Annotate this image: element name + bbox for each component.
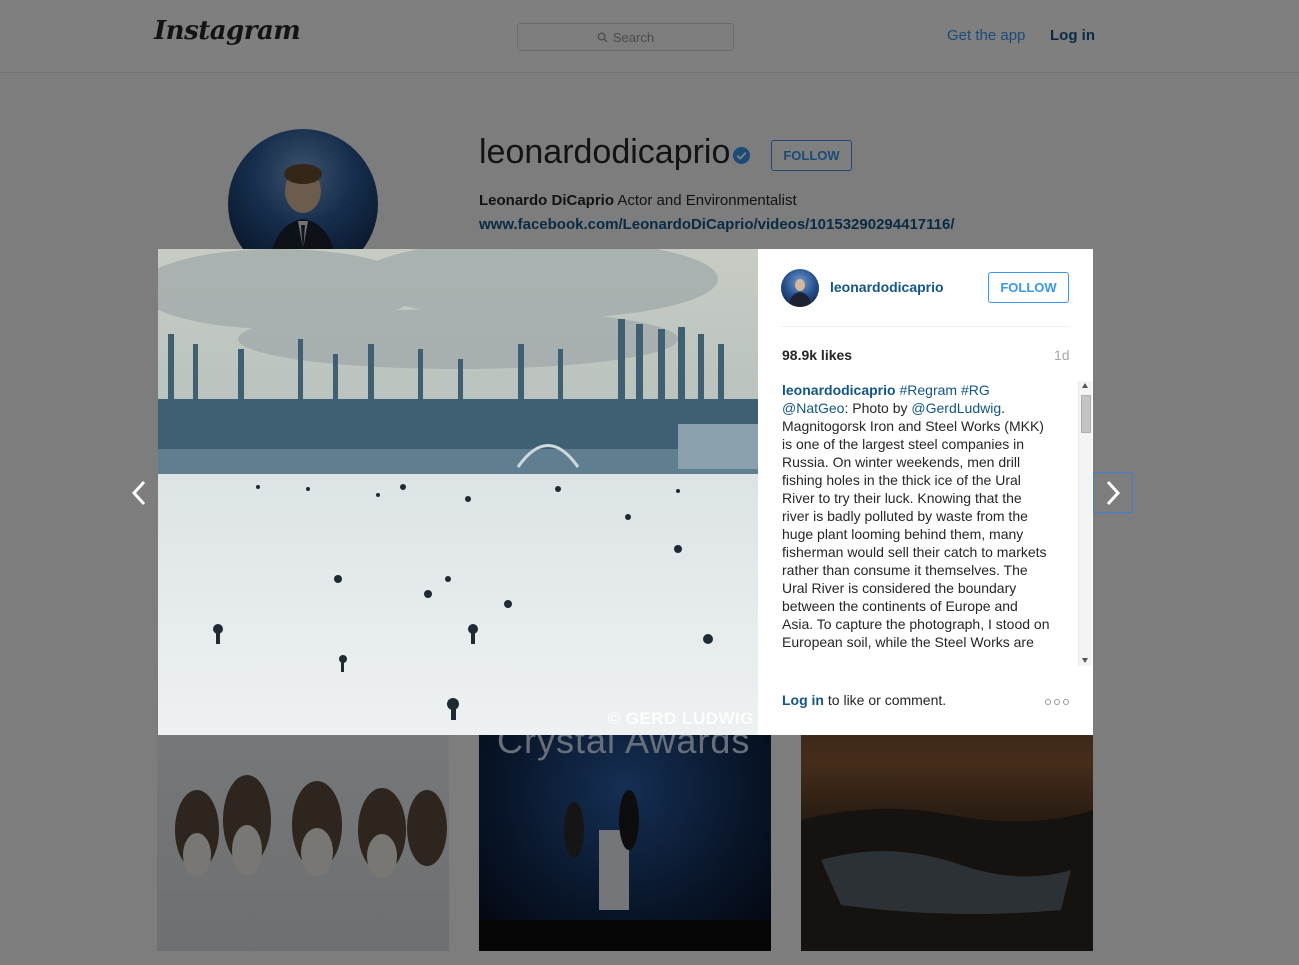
caption-photo-by: : Photo by xyxy=(844,400,912,416)
mention-natgeo[interactable]: @NatGeo xyxy=(782,400,844,416)
scroll-thumb[interactable] xyxy=(1081,395,1091,433)
caption-username[interactable]: leonardodicaprio xyxy=(782,382,896,398)
login-prompt: Log in to like or comment. xyxy=(782,692,946,708)
likes-count[interactable]: 98.9k likes xyxy=(782,347,852,363)
mention-gerdludwig[interactable]: @GerdLudwig xyxy=(911,400,1001,416)
more-dot xyxy=(1063,699,1069,705)
post-author-avatar[interactable] xyxy=(781,269,819,307)
next-post-button[interactable] xyxy=(1093,472,1133,513)
post-timestamp: 1d xyxy=(1054,347,1070,363)
photo-watermark: © GERD LUDWIG xyxy=(607,709,754,728)
scroll-up-arrow-icon[interactable] xyxy=(1082,383,1088,388)
previous-post-button[interactable] xyxy=(124,478,154,508)
caption-scroll-area[interactable]: leonardodicaprio #Regram #RG @NatGeo: Ph… xyxy=(782,381,1078,669)
caption-scrollbar[interactable] xyxy=(1078,381,1092,666)
caption-body: . Magnitogorsk Iron and Steel Works (MKK… xyxy=(782,400,1050,650)
hashtag-regram[interactable]: #Regram xyxy=(899,382,957,398)
post-modal: © GERD LUDWIG leonardodicaprio FOLLOW 98… xyxy=(158,249,1093,735)
chevron-right-icon xyxy=(1106,480,1121,505)
more-dot xyxy=(1045,699,1051,705)
more-options-icon[interactable] xyxy=(1045,699,1069,705)
post-follow-button[interactable]: FOLLOW xyxy=(988,272,1069,303)
more-dot xyxy=(1054,699,1060,705)
scroll-down-arrow-icon[interactable] xyxy=(1082,658,1088,663)
divider xyxy=(781,326,1069,327)
post-caption: leonardodicaprio #Regram #RG @NatGeo: Ph… xyxy=(782,381,1052,651)
post-author-username[interactable]: leonardodicaprio xyxy=(830,279,944,295)
login-prompt-text: to like or comment. xyxy=(824,692,947,708)
chevron-left-icon xyxy=(131,480,146,506)
hashtag-rg[interactable]: #RG xyxy=(961,382,990,398)
login-to-like-link[interactable]: Log in xyxy=(782,692,824,708)
post-side-panel: leonardodicaprio FOLLOW 98.9k likes 1d l… xyxy=(758,249,1093,735)
post-photo[interactable]: © GERD LUDWIG xyxy=(158,249,758,735)
